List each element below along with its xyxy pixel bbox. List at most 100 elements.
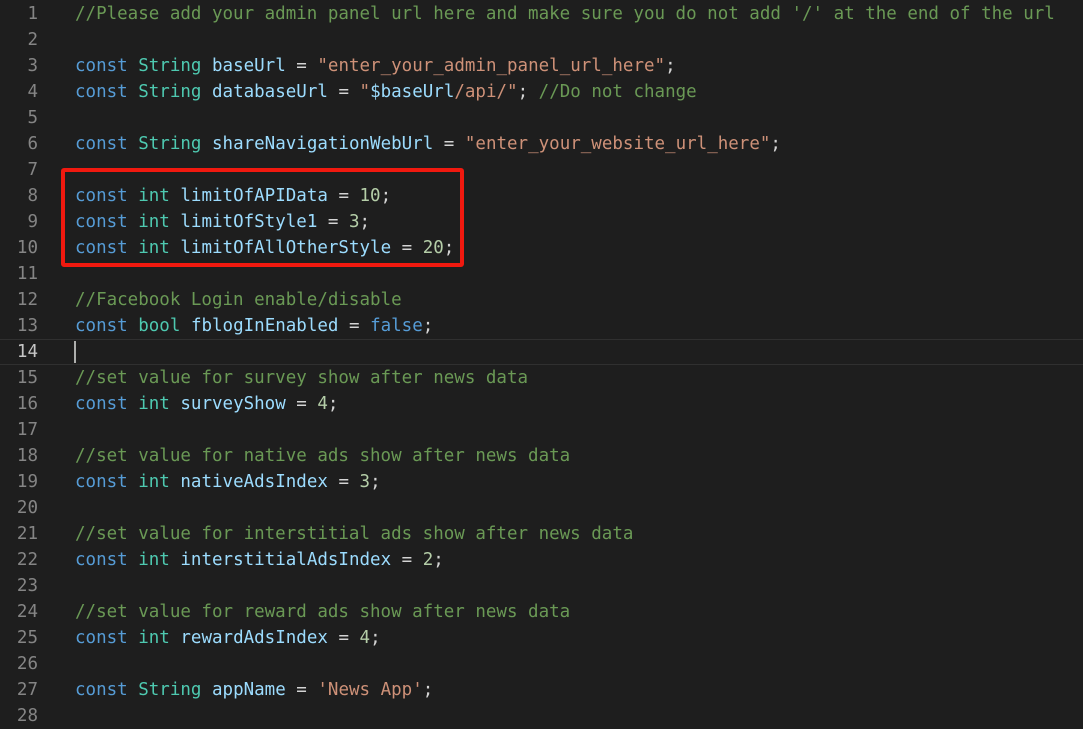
line-number: 11 [16,264,38,284]
code-token: const [75,212,128,232]
code-token: $baseUrl [370,82,455,102]
line-number: 8 [27,186,38,206]
code-token: databaseUrl [212,82,328,102]
code-line[interactable]: 22 const int interstitialAdsIndex = 2; [0,547,1083,573]
line-number: 3 [27,56,38,76]
code-token: ; [370,628,381,648]
code-line[interactable]: 6 const String shareNavigationWebUrl = "e… [0,131,1083,157]
code-token: const [75,394,128,414]
code-token: interstitialAdsIndex [180,550,392,570]
code-text: const int rewardAdsIndex = 4; [75,625,381,651]
code-text: const String databaseUrl = "$baseUrl/api… [75,79,697,105]
code-line[interactable]: 16 const int surveyShow = 4; [0,391,1083,417]
code-line[interactable]: 8 const int limitOfAPIData = 10; [0,183,1083,209]
code-token: rewardAdsIndex [180,628,328,648]
code-line[interactable]: 25 const int rewardAdsIndex = 4; [0,625,1083,651]
code-token: int [138,394,170,414]
code-token: const [75,134,128,154]
code-line[interactable]: 3 const String baseUrl = "enter_your_admi… [0,53,1083,79]
code-token: false [370,316,423,336]
code-token: const [75,316,128,336]
code-line[interactable]: 21 //set value for interstitial ads show … [0,521,1083,547]
code-line[interactable]: 27 const String appName = 'News App'; [0,677,1083,703]
code-text: const int limitOfAPIData = 10; [75,183,391,209]
code-line[interactable]: 9 const int limitOfStyle1 = 3; [0,209,1083,235]
code-token: appName [212,680,286,700]
code-token: = [391,550,423,570]
code-token: //set value for native ads show after ne… [75,446,571,466]
line-number: 9 [27,212,38,232]
code-line[interactable]: 26 [0,651,1083,677]
code-token: 2 [422,550,434,570]
code-text: const int nativeAdsIndex = 3; [75,469,381,495]
code-line[interactable]: 20 [0,495,1083,521]
code-token: nativeAdsIndex [180,472,328,492]
code-token: = [433,134,465,154]
code-text: const int surveyShow = 4; [75,391,338,417]
code-line[interactable]: 12 //Facebook Login enable/disable [0,287,1083,313]
code-token: 'News App' [317,680,423,700]
code-line[interactable]: 5 [0,105,1083,131]
code-token: int [138,186,170,206]
code-text: const String appName = 'News App'; [75,677,433,703]
code-line[interactable]: 13 const bool fblogInEnabled = false; [0,313,1083,339]
code-line[interactable]: 24 //set value for reward ads show after … [0,599,1083,625]
code-line[interactable]: 2 [0,27,1083,53]
code-token: = [327,82,360,102]
code-text: const int interstitialAdsIndex = 2; [75,547,444,573]
code-line[interactable]: 4 const String databaseUrl = "$baseUrl/ap… [0,79,1083,105]
line-number: 19 [16,472,38,492]
code-token: limitOfAPIData [180,186,328,206]
line-number: 13 [16,316,38,336]
code-token: String [138,56,202,76]
code-editor[interactable]: 1 //Please add your admin panel url here … [0,0,1083,729]
line-number: 23 [16,576,38,596]
code-line[interactable]: 14 [0,339,1083,365]
code-line[interactable]: 23 [0,573,1083,599]
code-text: //Please add your admin panel url here a… [75,1,1055,27]
code-line[interactable]: 11 [0,261,1083,287]
code-token: const [75,56,128,76]
code-line[interactable]: 10 const int limitOfAllOtherStyle = 20; [0,235,1083,261]
code-token: = [285,680,318,700]
code-line[interactable]: 18 //set value for native ads show after … [0,443,1083,469]
text-cursor [74,341,76,363]
line-number: 15 [16,368,38,388]
line-number: 24 [16,602,38,622]
code-line[interactable]: 15 //set value for survey show after news… [0,365,1083,391]
code-text: const int limitOfStyle1 = 3; [75,209,370,235]
code-token: int [138,212,170,232]
line-number: 16 [16,394,38,414]
code-token: fblogInEnabled [190,316,339,336]
code-token: " [359,82,371,102]
code-line[interactable]: 7 [0,157,1083,183]
code-token: ; [665,56,676,76]
code-line[interactable]: 28 [0,703,1083,729]
code-token: ; [770,134,781,154]
code-token: = [327,628,360,648]
code-line[interactable]: 1 //Please add your admin panel url here … [0,1,1083,27]
line-number: 28 [16,706,38,726]
line-number: 17 [16,420,38,440]
code-token: surveyShow [180,394,286,414]
code-line[interactable]: 19 const int nativeAdsIndex = 3; [0,469,1083,495]
code-token: baseUrl [212,56,286,76]
code-token: ; [380,186,392,206]
code-line[interactable]: 17 [0,417,1083,443]
